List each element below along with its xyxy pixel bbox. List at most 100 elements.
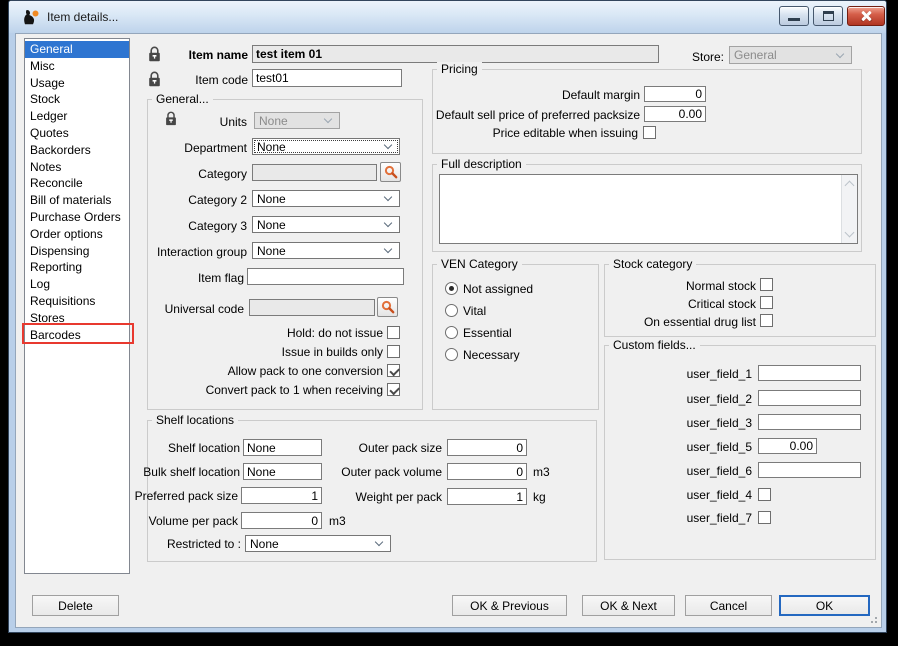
category3-select[interactable]: None: [252, 216, 400, 233]
sidebar-item-dispensing[interactable]: Dispensing: [25, 243, 129, 260]
sidebar-item-misc[interactable]: Misc: [25, 58, 129, 75]
preferred-pack-size-input[interactable]: [241, 487, 322, 504]
item-code-input[interactable]: [252, 69, 402, 87]
hold-label: Hold: do not issue: [136, 326, 383, 340]
stock-category-group-title: Stock category: [609, 257, 696, 271]
essential-drug-list-checkbox[interactable]: [760, 314, 773, 327]
chevron-down-icon: [375, 538, 383, 546]
item-name-label: Item name: [146, 48, 248, 62]
ven-not-assigned-radio[interactable]: [445, 282, 458, 295]
delete-button[interactable]: Delete: [32, 595, 119, 616]
shelf-location-input[interactable]: [243, 439, 322, 456]
normal-stock-checkbox[interactable]: [760, 278, 773, 291]
full-description-textarea[interactable]: [439, 174, 858, 244]
sidebar-item-usage[interactable]: Usage: [25, 75, 129, 92]
ven-essential-radio[interactable]: [445, 326, 458, 339]
default-margin-input[interactable]: [644, 86, 706, 102]
sidebar-item-general[interactable]: General: [25, 41, 129, 58]
chevron-down-icon: [384, 193, 392, 201]
sidebar-item-quotes[interactable]: Quotes: [25, 125, 129, 142]
section-list: General Misc Usage Stock Ledger Quotes B…: [24, 38, 130, 574]
outer-pack-size-input[interactable]: [447, 439, 527, 456]
interaction-group-value: None: [257, 244, 286, 258]
ok-previous-button[interactable]: OK & Previous: [452, 595, 567, 616]
allow-pack-conversion-label: Allow pack to one conversion: [136, 364, 383, 378]
critical-stock-checkbox[interactable]: [760, 296, 773, 309]
bulk-shelf-location-input[interactable]: [243, 463, 322, 480]
department-value: None: [257, 140, 286, 154]
user-field-6-input[interactable]: [758, 462, 861, 478]
minimize-button[interactable]: [779, 6, 809, 26]
cancel-button[interactable]: Cancel: [685, 595, 772, 616]
normal-stock-label: Normal stock: [576, 279, 756, 293]
scroll-down-icon[interactable]: [845, 228, 855, 238]
volume-unit-label: m3: [329, 514, 346, 528]
restricted-to-select[interactable]: None: [245, 535, 391, 552]
item-flag-label: Item flag: [134, 271, 244, 285]
sidebar-item-requisitions[interactable]: Requisitions: [25, 293, 129, 310]
outer-pack-volume-input[interactable]: [447, 463, 527, 480]
sidebar-item-reconcile[interactable]: Reconcile: [25, 175, 129, 192]
window-title: Item details...: [47, 10, 118, 24]
user-field-7-checkbox[interactable]: [758, 511, 771, 524]
sidebar-item-stock[interactable]: Stock: [25, 91, 129, 108]
sidebar-item-backorders[interactable]: Backorders: [25, 142, 129, 159]
user-field-5-input[interactable]: [758, 438, 817, 454]
ok-button[interactable]: OK: [779, 595, 870, 616]
chevron-down-icon: [836, 49, 844, 57]
ven-essential-label: Essential: [463, 326, 512, 340]
issue-builds-label: Issue in builds only: [136, 345, 383, 359]
category-input[interactable]: [252, 164, 377, 181]
ok-next-button[interactable]: OK & Next: [582, 595, 675, 616]
maximize-button[interactable]: [813, 6, 843, 26]
preferred-pack-size-label: Preferred pack size: [116, 489, 238, 503]
scroll-up-icon[interactable]: [845, 181, 855, 191]
universal-code-label: Universal code: [134, 302, 244, 316]
sidebar-item-purchase-orders[interactable]: Purchase Orders: [25, 209, 129, 226]
shelf-locations-group-title: Shelf locations: [152, 413, 238, 427]
units-select: None: [254, 112, 340, 129]
universal-code-search-button[interactable]: [377, 297, 398, 317]
user-field-4-checkbox[interactable]: [758, 488, 771, 501]
user-field-3-input[interactable]: [758, 414, 861, 430]
category2-select[interactable]: None: [252, 190, 400, 207]
interaction-group-select[interactable]: None: [252, 242, 400, 259]
sidebar-item-ledger[interactable]: Ledger: [25, 108, 129, 125]
convert-pack-checkbox[interactable]: [387, 383, 400, 396]
maximize-icon: [823, 11, 834, 21]
allow-pack-conversion-checkbox[interactable]: [387, 364, 400, 377]
ven-vital-radio[interactable]: [445, 304, 458, 317]
outer-pack-volume-label: Outer pack volume: [326, 465, 442, 479]
sidebar-item-reporting[interactable]: Reporting: [25, 259, 129, 276]
hold-checkbox[interactable]: [387, 326, 400, 339]
resize-grip[interactable]: [867, 613, 879, 625]
sidebar-item-log[interactable]: Log: [25, 276, 129, 293]
minimize-icon: [788, 18, 800, 21]
store-label: Store:: [684, 50, 724, 64]
ven-necessary-radio[interactable]: [445, 348, 458, 361]
issue-builds-checkbox[interactable]: [387, 345, 400, 358]
sidebar-item-notes[interactable]: Notes: [25, 159, 129, 176]
close-button[interactable]: [847, 6, 885, 26]
user-field-2-input[interactable]: [758, 390, 861, 406]
store-value: General: [734, 48, 777, 62]
textarea-scrollbar[interactable]: [841, 175, 857, 243]
store-select: General: [729, 46, 852, 64]
essential-drug-list-label: On essential drug list: [576, 315, 756, 329]
price-editable-checkbox[interactable]: [643, 126, 656, 139]
user-field-1-input[interactable]: [758, 365, 861, 381]
item-flag-input[interactable]: [247, 268, 404, 285]
default-sell-price-input[interactable]: [644, 106, 706, 122]
category-search-button[interactable]: [380, 162, 401, 182]
sidebar-item-bill-of-materials[interactable]: Bill of materials: [25, 192, 129, 209]
title-bar[interactable]: Item details...: [9, 1, 886, 33]
department-select[interactable]: None: [252, 138, 400, 155]
item-name-input[interactable]: [252, 45, 659, 63]
category3-label: Category 3: [136, 219, 247, 233]
weight-per-pack-input[interactable]: [447, 488, 527, 505]
outer-pack-volume-unit-label: m3: [533, 465, 550, 479]
sidebar-item-order-options[interactable]: Order options: [25, 226, 129, 243]
full-description-group-title: Full description: [437, 157, 526, 171]
magnifier-icon: [384, 165, 398, 179]
volume-per-pack-input[interactable]: [241, 512, 322, 529]
